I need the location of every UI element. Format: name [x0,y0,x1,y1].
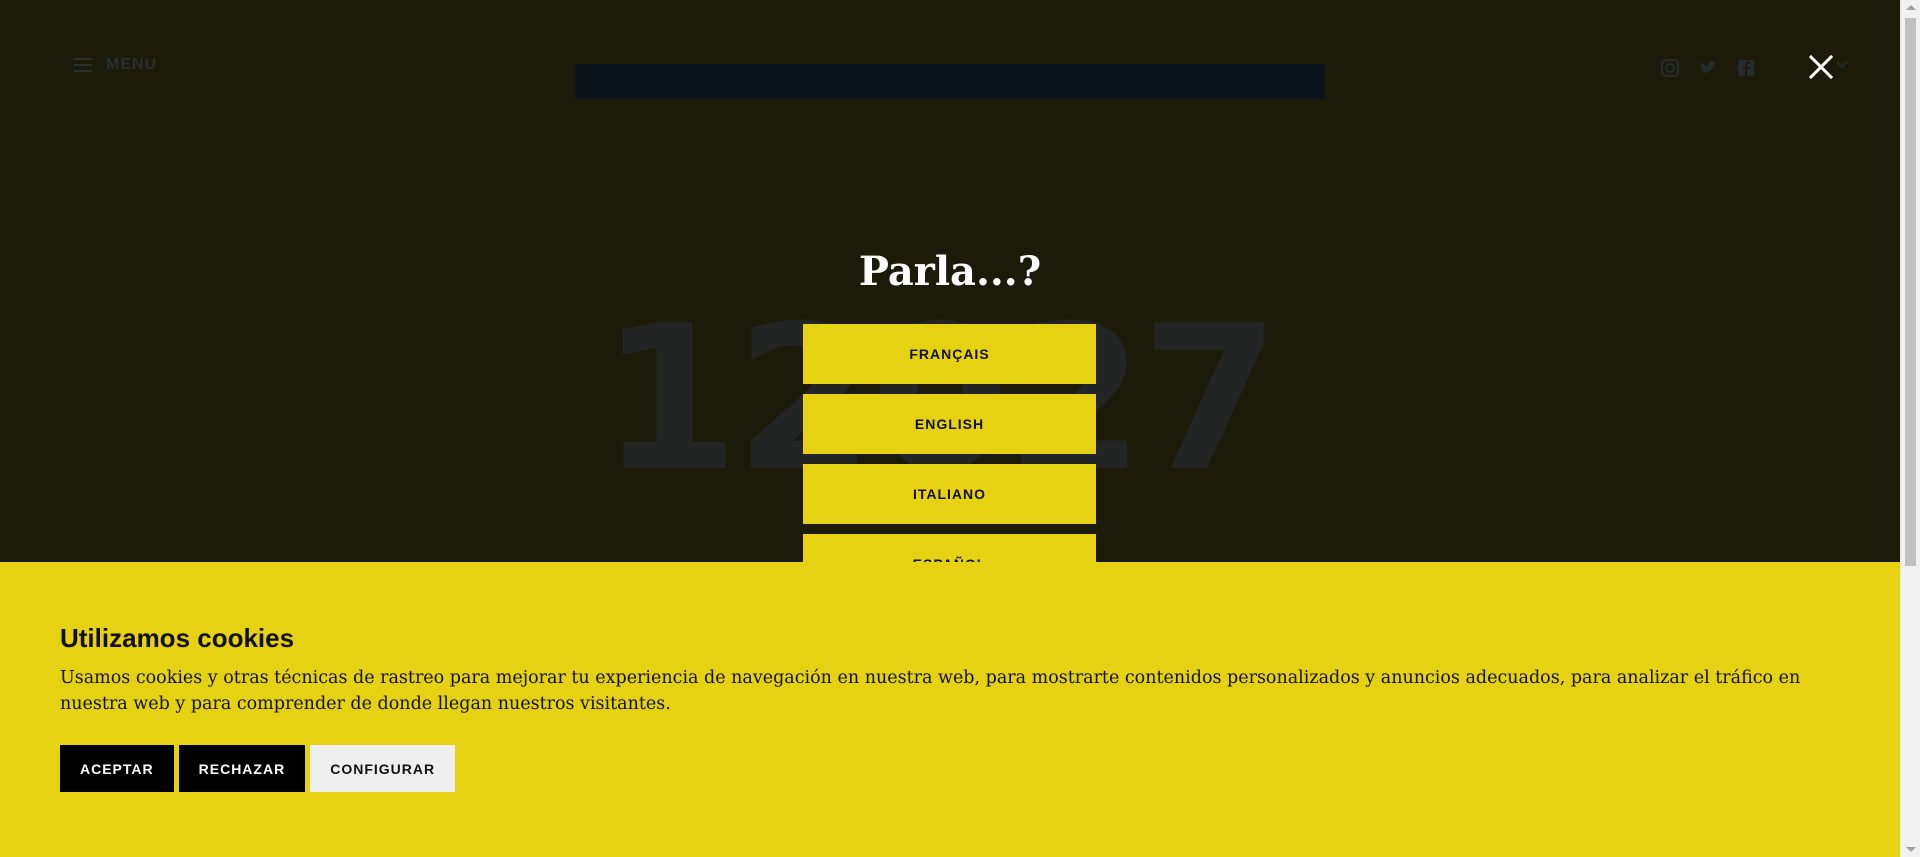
cookie-banner: Utilizamos cookies Usamos cookies y otra… [0,562,1900,857]
header-logo-bar [575,64,1325,99]
configure-cookies-button[interactable]: CONFIGURAR [310,745,456,792]
language-option-francais[interactable]: FRANÇAIS [803,324,1096,384]
menu-label: MENU [106,56,158,73]
instagram-icon[interactable] [1660,58,1680,78]
language-modal-title: Parla...? [858,248,1042,295]
scrollbar-thumb[interactable] [1905,18,1916,566]
social-links [1660,58,1756,78]
vertical-scrollbar[interactable] [1900,0,1920,857]
accept-cookies-button[interactable]: ACEPTAR [60,745,174,792]
hamburger-icon [74,58,92,72]
cookie-banner-actions: ACEPTAR RECHAZAR CONFIGURAR [60,745,456,792]
language-option-italiano[interactable]: ITALIANO [803,464,1096,524]
cookie-banner-text: Usamos cookies y otras técnicas de rastr… [60,668,1801,714]
chevron-down-icon [1836,61,1848,69]
language-option-english[interactable]: ENGLISH [803,394,1096,454]
scroll-up-arrow-icon[interactable] [1906,5,1916,10]
close-icon[interactable] [1806,52,1836,82]
twitter-icon[interactable] [1698,58,1718,78]
menu-button[interactable]: MENU [74,56,157,74]
scroll-down-arrow-icon[interactable] [1906,847,1916,852]
reject-cookies-button[interactable]: RECHAZAR [178,745,306,792]
page: MENU 12027 Parla...? FRANÇAIS ENGLISH IT… [0,0,1900,857]
cookie-banner-title: Utilizamos cookies [60,623,295,653]
facebook-icon[interactable] [1736,58,1756,78]
